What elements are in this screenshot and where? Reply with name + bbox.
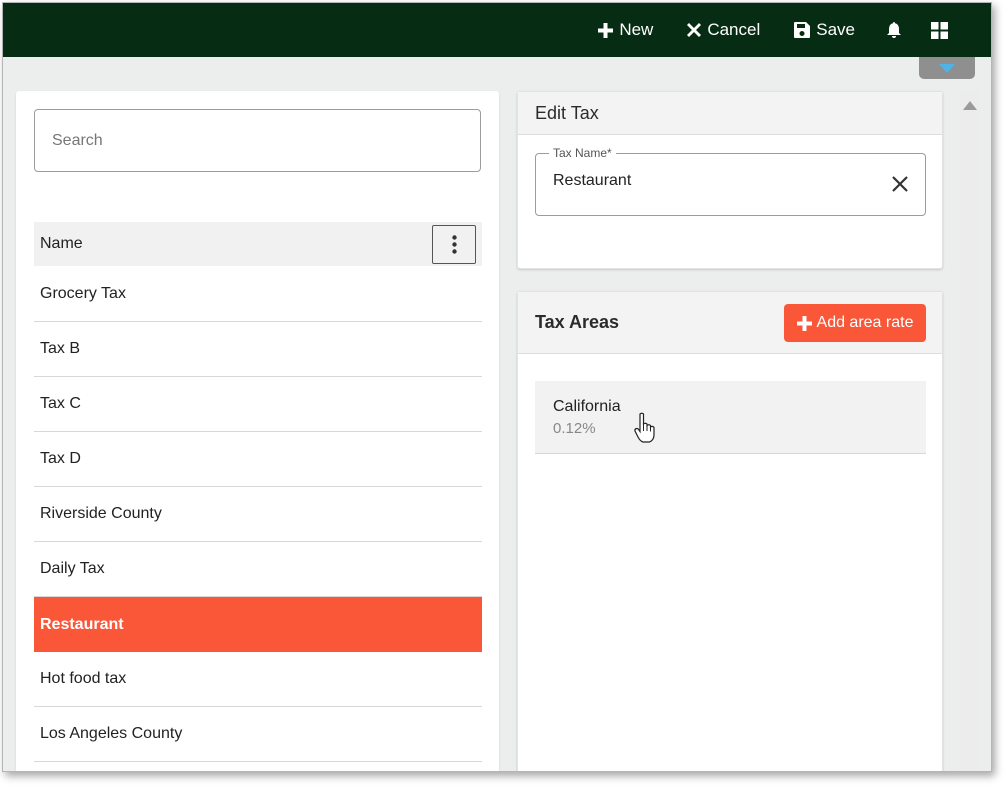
notifications-button[interactable] — [872, 3, 916, 57]
scroll-up-arrow-icon[interactable] — [963, 97, 977, 115]
tax-areas-header: Tax Areas Add area rate — [518, 292, 942, 354]
list-item-label: Tax C — [40, 395, 81, 412]
new-button[interactable]: New — [581, 3, 670, 57]
add-area-rate-label: Add area rate — [816, 314, 914, 331]
save-label: Save — [816, 20, 855, 39]
list-item-label: Daily Tax — [40, 560, 105, 577]
collapse-toggle[interactable] — [919, 57, 975, 79]
top-toolbar: New Cancel Save — [3, 3, 991, 57]
list-item-label: Grocery Tax — [40, 285, 126, 302]
tax-list-panel: Name Grocery Tax Tax B Tax C Tax D River… — [16, 91, 499, 771]
clear-icon[interactable] — [891, 175, 909, 198]
scrollbar[interactable] — [960, 91, 980, 771]
cancel-button[interactable]: Cancel — [670, 3, 777, 57]
list-item-label: Tax B — [40, 340, 81, 357]
floppy-disk-icon — [794, 22, 811, 38]
cancel-label: Cancel — [707, 20, 761, 39]
tax-list: Grocery Tax Tax B Tax C Tax D Riverside … — [34, 267, 482, 762]
list-item-selected[interactable]: Restaurant — [34, 597, 482, 652]
bell-icon — [887, 22, 901, 38]
search-input[interactable] — [52, 131, 480, 150]
list-item-label: Hot food tax — [40, 670, 127, 687]
list-item[interactable]: Tax B — [34, 322, 482, 377]
more-vertical-icon — [451, 235, 457, 254]
list-item-label: Los Angeles County — [40, 725, 183, 742]
list-item-label: Restaurant — [40, 615, 124, 633]
close-icon — [687, 23, 702, 37]
tax-name-label: Tax Name* — [549, 146, 616, 160]
list-item-label: Riverside County — [40, 505, 162, 522]
caret-down-icon — [939, 63, 955, 73]
list-header: Name — [34, 222, 482, 266]
new-label: New — [619, 20, 654, 39]
list-item-label: Tax D — [40, 450, 81, 467]
tax-area-rate: 0.12% — [553, 420, 596, 437]
hand-pointer-icon — [633, 412, 657, 449]
name-column-header: Name — [40, 235, 83, 252]
tax-area-name: California — [553, 398, 621, 415]
tax-areas-title: Tax Areas — [535, 312, 620, 332]
edit-tax-header: Edit Tax — [518, 92, 942, 135]
tax-area-item[interactable]: California 0.12% — [535, 381, 926, 454]
app-window: New Cancel Save Name Grocer — [2, 2, 992, 772]
plus-icon — [796, 315, 812, 331]
add-area-rate-button[interactable]: Add area rate — [784, 304, 926, 342]
search-field[interactable] — [34, 109, 481, 172]
list-item[interactable]: Riverside County — [34, 487, 482, 542]
tax-areas-card: Tax Areas Add area rate California 0.12% — [517, 291, 943, 771]
edit-tax-title: Edit Tax — [535, 102, 599, 123]
tax-name-value[interactable]: Restaurant — [553, 172, 631, 190]
list-item[interactable]: Daily Tax — [34, 542, 482, 597]
tax-name-field[interactable]: Tax Name* Restaurant — [535, 146, 926, 216]
apps-button[interactable] — [916, 3, 963, 57]
list-item[interactable]: Grocery Tax — [34, 267, 482, 322]
column-options-button[interactable] — [432, 225, 476, 264]
grid-icon — [931, 21, 948, 39]
list-item[interactable]: Tax C — [34, 377, 482, 432]
list-item[interactable]: Hot food tax — [34, 652, 482, 707]
save-button[interactable]: Save — [777, 3, 872, 57]
plus-icon — [598, 22, 614, 38]
edit-tax-card: Edit Tax Tax Name* Restaurant — [517, 91, 943, 269]
list-item[interactable]: Tax D — [34, 432, 482, 487]
list-item[interactable]: Los Angeles County — [34, 707, 482, 762]
